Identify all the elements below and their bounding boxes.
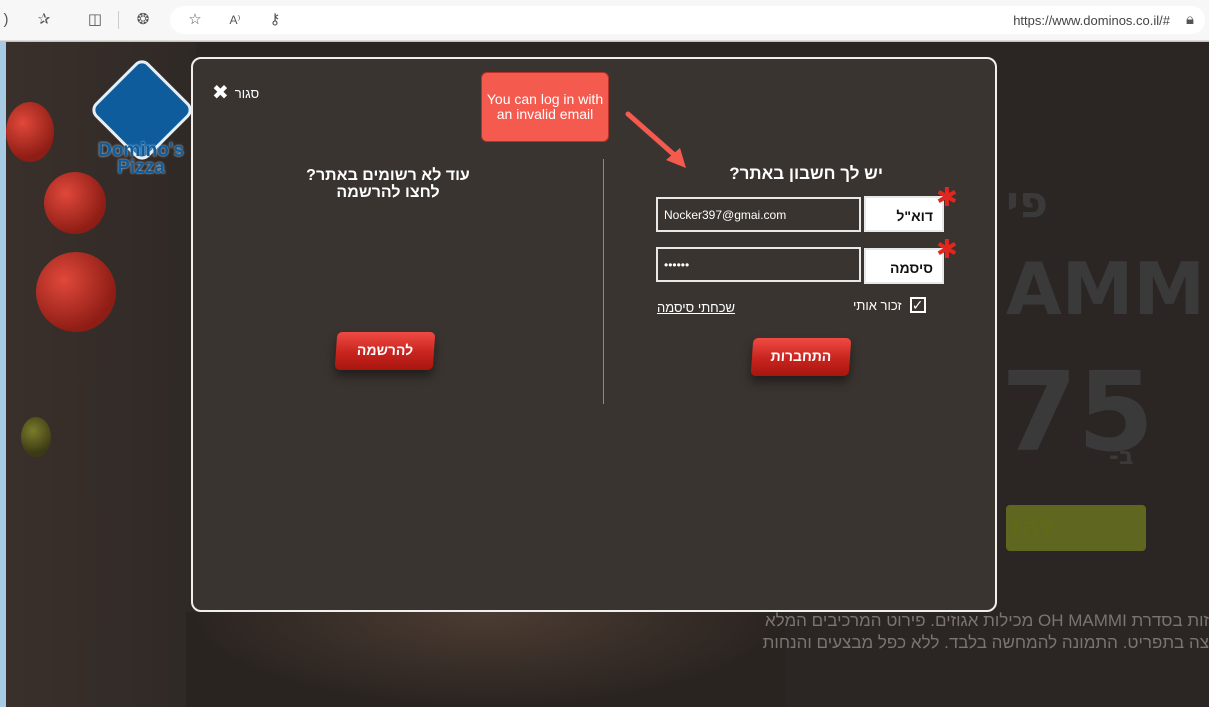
dominos-logo[interactable]: Domino's Pizza <box>86 56 196 182</box>
register-title-line-1: עוד לא רשומים באתר? <box>306 167 470 184</box>
refresh-icon[interactable]: ) <box>0 10 16 30</box>
add-favorite-icon[interactable]: ☆ <box>185 10 205 30</box>
password-field[interactable] <box>656 247 861 282</box>
required-star-icon: ✱ <box>936 234 958 264</box>
email-field[interactable] <box>656 197 861 232</box>
register-button[interactable]: להרשמה <box>334 332 436 370</box>
remember-label: זכור אותי <box>853 297 902 313</box>
password-label: סיסמה <box>864 248 944 284</box>
extensions-icon[interactable]: ❂ <box>133 10 153 30</box>
email-label: דוא"ל <box>864 196 944 232</box>
tomato-image <box>6 102 54 162</box>
remember-me[interactable]: ✓ זכור אותי <box>853 297 926 313</box>
promo-order-label: להז <box>1011 512 1056 542</box>
close-button[interactable]: סגור ✖ <box>212 83 259 103</box>
login-button[interactable]: התחברות <box>750 338 852 376</box>
favorites-icon[interactable]: ✰ <box>34 10 54 30</box>
toolbar-separator <box>118 11 119 29</box>
register-title: עוד לא רשומים באתר? לחצו להרשמה <box>248 167 528 201</box>
annotation-callout: You can log in with an invalid email <box>481 72 609 142</box>
logo-text: Domino's Pizza <box>86 141 196 178</box>
logo-line-2: Pizza <box>117 157 165 178</box>
promo-heading-fragment: פי <box>1006 177 1048 228</box>
section-divider <box>603 159 604 404</box>
close-icon[interactable]: ✖ <box>212 83 229 103</box>
annotation-arrow <box>625 111 686 168</box>
forgot-password-link[interactable]: שכחתי סיסמה <box>657 300 735 315</box>
required-star-icon: ✱ <box>936 182 958 212</box>
promo-disclaimer-line-2: צה בתפריט. התמונה להמחשה בלבד. ללא כפל מ… <box>762 633 1209 652</box>
browser-toolbar: ) ✰ ◫ ❂ ☆ A⁾ ⚷ https://www.dominos.co.il… <box>0 0 1209 41</box>
promo-disclaimer-line-1: זות בסדרת OH MAMMI מכילות אגוזים. פירוט … <box>764 611 1209 630</box>
promo-disclaimer: זות בסדרת OH MAMMI מכילות אגוזים. פירוט … <box>761 610 1209 654</box>
remember-checkbox[interactable]: ✓ <box>909 297 926 313</box>
split-screen-icon[interactable]: ◫ <box>85 10 105 30</box>
register-title-line-2: לחצו להרשמה <box>336 184 440 201</box>
pizza-photo <box>186 612 786 707</box>
olive-image <box>21 417 51 457</box>
tomato-image <box>36 252 116 332</box>
close-label: סגור <box>234 85 260 101</box>
read-aloud-icon[interactable]: A⁾ <box>225 10 245 30</box>
lock-icon[interactable]: 🔒︎ <box>1180 10 1200 30</box>
promo-price-suffix: -ב <box>1109 442 1134 470</box>
promo-title-fragment: AMM <box>1006 247 1206 331</box>
url-text[interactable]: https://www.dominos.co.il/# <box>1013 13 1170 28</box>
key-icon[interactable]: ⚷ <box>265 10 285 30</box>
